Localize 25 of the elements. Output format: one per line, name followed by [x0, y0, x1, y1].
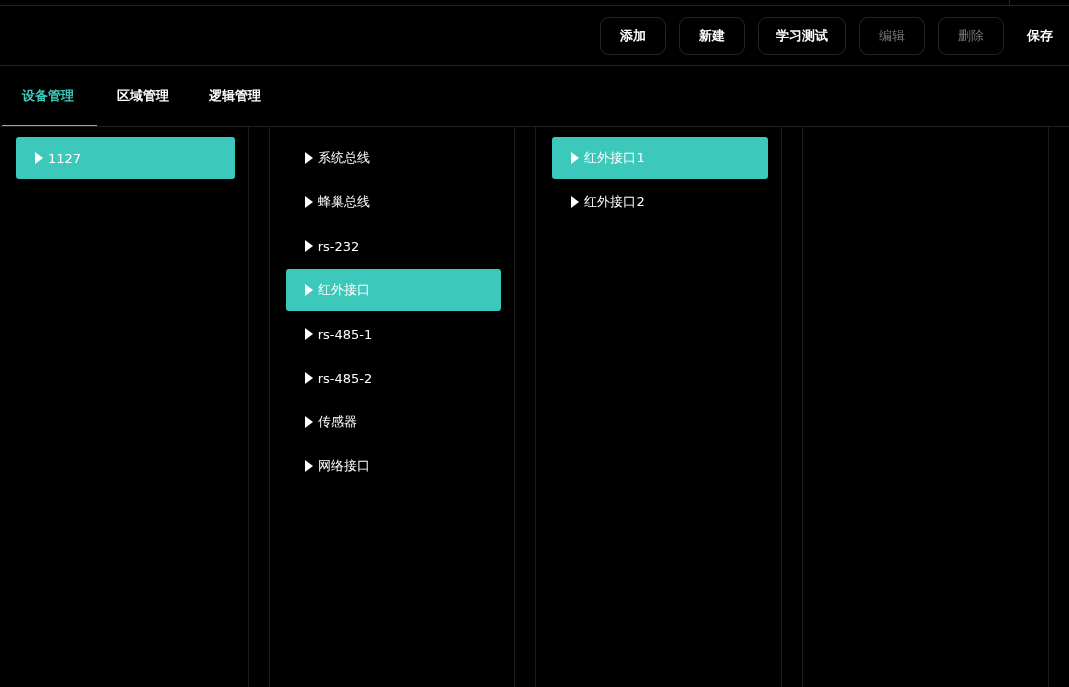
caret-icon: [304, 372, 313, 384]
tab[interactable]: 逻辑管理: [189, 66, 281, 126]
tree-item[interactable]: 网络接口: [285, 445, 502, 487]
tree-item[interactable]: 红外接口2: [552, 181, 769, 223]
caret-icon: [304, 152, 313, 164]
tab[interactable]: 区域管理: [97, 66, 189, 126]
caret-icon: [304, 460, 313, 472]
caret-icon: [304, 240, 313, 252]
caret-icon: [571, 196, 580, 208]
caret-icon: [304, 328, 313, 340]
tree-item[interactable]: rs-485-1: [285, 313, 502, 355]
tree-item[interactable]: 传感器: [285, 401, 502, 443]
tree-item[interactable]: 蜂巢总线: [285, 181, 502, 223]
caret-icon: [304, 284, 313, 296]
tree-item[interactable]: rs-232: [285, 225, 502, 267]
tab[interactable]: 设备管理: [2, 66, 97, 126]
caret-icon: [304, 416, 313, 428]
toolbar-button[interactable]: 学习测试: [758, 16, 846, 55]
tree-item[interactable]: rs-485-2: [285, 357, 502, 399]
toolbar-button[interactable]: 新建: [679, 16, 745, 55]
caret-icon: [35, 152, 43, 164]
tree-item[interactable]: 系统总线: [285, 137, 502, 179]
toolbar-button[interactable]: 添加: [600, 16, 666, 55]
caret-icon: [571, 152, 580, 164]
caret-icon: [304, 196, 313, 208]
